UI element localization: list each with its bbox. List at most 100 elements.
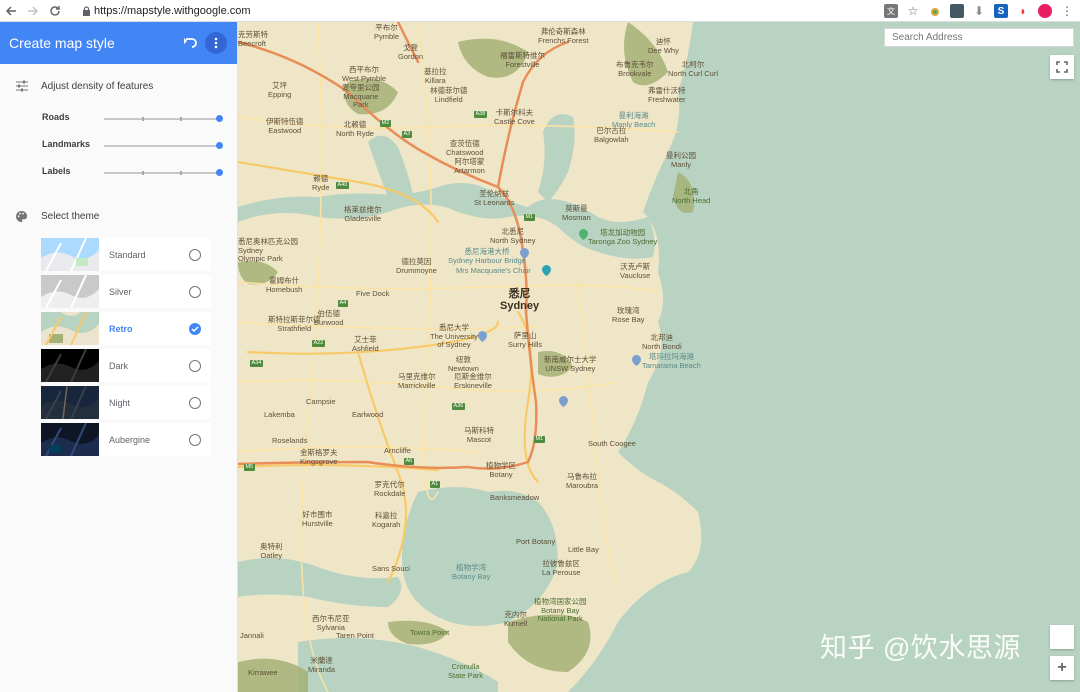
map-label: 塔龙加动物园 Taronga Zoo Sydney (588, 228, 658, 246)
map-label: 赖德 Ryde (312, 174, 330, 192)
zoom-in-button[interactable]: + (1050, 656, 1074, 680)
extension-image-icon[interactable] (950, 4, 964, 18)
retro-radio[interactable] (189, 322, 201, 335)
map-label: Campsie (306, 397, 336, 406)
silver-radio[interactable] (189, 285, 201, 298)
map-label: Sans Souci (372, 564, 410, 573)
labels-slider-row: Labels (42, 164, 227, 178)
star-icon[interactable]: ☆ (906, 4, 920, 18)
map-label: Towra Point (410, 628, 450, 637)
palette-icon (15, 210, 29, 223)
map-label: 北赖德 North Ryde (336, 120, 374, 138)
labels-slider-label: Labels (42, 166, 71, 176)
opera-house-pin-icon[interactable] (542, 265, 551, 276)
map-label: 北悉尼 North Sydney (490, 227, 536, 245)
night-theme-thumbnail (41, 386, 99, 419)
theme-list: Standard Silver Retro Dark Night Aubergi… (41, 238, 211, 460)
map-label: 布鲁克韦尔 Brookvale (616, 60, 654, 78)
map-label: 米蘭達 Miranda (308, 656, 336, 674)
road-minor-8 (577, 281, 619, 583)
browser-menu-icon[interactable]: ⋮ (1060, 4, 1074, 18)
undo-button[interactable] (179, 32, 201, 54)
map-label: Kirrawee (248, 668, 278, 677)
extension-download-icon[interactable]: ⬇ (972, 4, 986, 18)
map-label: 迪怀 Dee Why (648, 37, 679, 55)
theme-option-retro[interactable]: Retro (41, 312, 211, 345)
map-label: Five Dock (356, 289, 390, 298)
map-label: 北柯尔 North Curl Curl (668, 60, 719, 78)
style-sidebar: Create map style Adjust density of featu… (0, 22, 238, 692)
theme-option-silver[interactable]: Silver (41, 275, 211, 308)
forward-button[interactable] (22, 0, 44, 22)
route-shield: A1 (430, 481, 440, 488)
route-shield: M1 (524, 214, 535, 221)
sidebar-title: Create map style (9, 35, 115, 51)
theme-option-night[interactable]: Night (41, 386, 211, 419)
map-control-button[interactable] (1050, 625, 1074, 649)
url-text: https://mapstyle.withgoogle.com (94, 5, 251, 17)
theme-option-standard[interactable]: Standard (41, 238, 211, 271)
map-label: Little Bay (568, 545, 599, 554)
theme-option-dark[interactable]: Dark (41, 349, 211, 382)
map-label: 厄斯金维尔 Erskineville (454, 372, 492, 390)
route-shield: A40 (336, 182, 349, 189)
address-bar[interactable]: https://mapstyle.withgoogle.com (78, 2, 868, 20)
roads-slider[interactable] (104, 114, 223, 122)
aubergine-radio[interactable] (189, 433, 201, 446)
map-label: 新南威尔士大学 UNSW Sydney (544, 355, 597, 373)
road-minor-5 (238, 446, 479, 453)
middle-harbour (538, 114, 575, 202)
labels-slider[interactable] (104, 168, 223, 176)
back-button[interactable] (0, 0, 22, 22)
map-label: 林德菲尔德 Lindfield (430, 86, 468, 104)
map-label: Taren Point (336, 631, 374, 640)
map-label: 查茨伍德 Chatswood (446, 139, 484, 157)
browser-toolbar: https://mapstyle.withgoogle.com 文 ☆ ⬇ S … (0, 0, 1080, 22)
profile-avatar-icon[interactable] (1038, 4, 1052, 18)
map-label: 霍姆布什 Homebush (266, 276, 303, 294)
map-canvas[interactable]: 克劳斯特 Beecroft 平布尔 Pymble 戈登 Gordon 弗伦奇斯森林 Fr… (238, 22, 1080, 692)
map-label: South Coogee (588, 439, 636, 448)
extension-swirl-icon[interactable]: ◗ (1016, 4, 1030, 18)
landmarks-slider-knob[interactable] (216, 141, 223, 149)
unsw-pin-icon[interactable] (559, 396, 568, 407)
landmarks-slider[interactable] (104, 141, 223, 149)
map-label: 纽敦 Newtown (448, 355, 479, 373)
search-address-input[interactable]: Search Address (884, 28, 1074, 47)
zoo-pin-icon[interactable] (579, 229, 588, 240)
beach-pin-icon[interactable] (632, 355, 641, 366)
translate-icon[interactable]: 文 (884, 4, 898, 18)
map-label: 卡斯尔科夫 Castle Cove (494, 108, 535, 126)
dark-radio[interactable] (189, 359, 201, 372)
university-pin-icon[interactable] (478, 331, 487, 342)
fullscreen-button[interactable] (1050, 55, 1074, 79)
roads-slider-knob[interactable] (216, 114, 223, 122)
reload-button[interactable] (44, 0, 66, 22)
map-label: 麦夸里公园 Macquarie Park (342, 83, 380, 109)
map-label: 斯特拉斯菲尔德 Strathfield (268, 315, 321, 333)
map-label: 克劳斯特 Beecroft (238, 30, 268, 48)
map-label: 好市围市 Hurstville (302, 510, 333, 528)
map-label: 戈登 Gordon (398, 43, 424, 61)
more-options-button[interactable] (205, 32, 227, 54)
extension-rainbow-icon[interactable] (928, 4, 942, 18)
night-radio[interactable] (189, 396, 201, 409)
map-label: 玫瑰湾 Rose Bay (612, 306, 645, 324)
labels-slider-knob[interactable] (216, 168, 223, 176)
standard-radio[interactable] (189, 248, 201, 261)
map-label: 奥特利 Oatley (260, 542, 283, 560)
reload-icon (50, 5, 60, 16)
route-shield: A3 (402, 131, 412, 138)
landmarks-slider-row: Landmarks (42, 137, 227, 151)
map-label: Lakemba (264, 410, 295, 419)
route-shield: M1 (534, 436, 545, 443)
theme-option-aubergine[interactable]: Aubergine (41, 423, 211, 456)
map-label: 曼利海滩 Manly Beach (612, 111, 656, 129)
map-label: 罗克代尔 Rockdale (374, 480, 406, 498)
standard-theme-thumbnail (41, 238, 99, 271)
bridge-pin-icon[interactable] (520, 248, 529, 259)
map-label: 悉尼海港大桥 Sydney Harbour Bridge (448, 247, 526, 265)
extension-s-icon[interactable]: S (994, 4, 1008, 18)
route-shield: A6 (404, 458, 414, 465)
map-label: 马鲁布拉 Maroubra (566, 472, 599, 490)
